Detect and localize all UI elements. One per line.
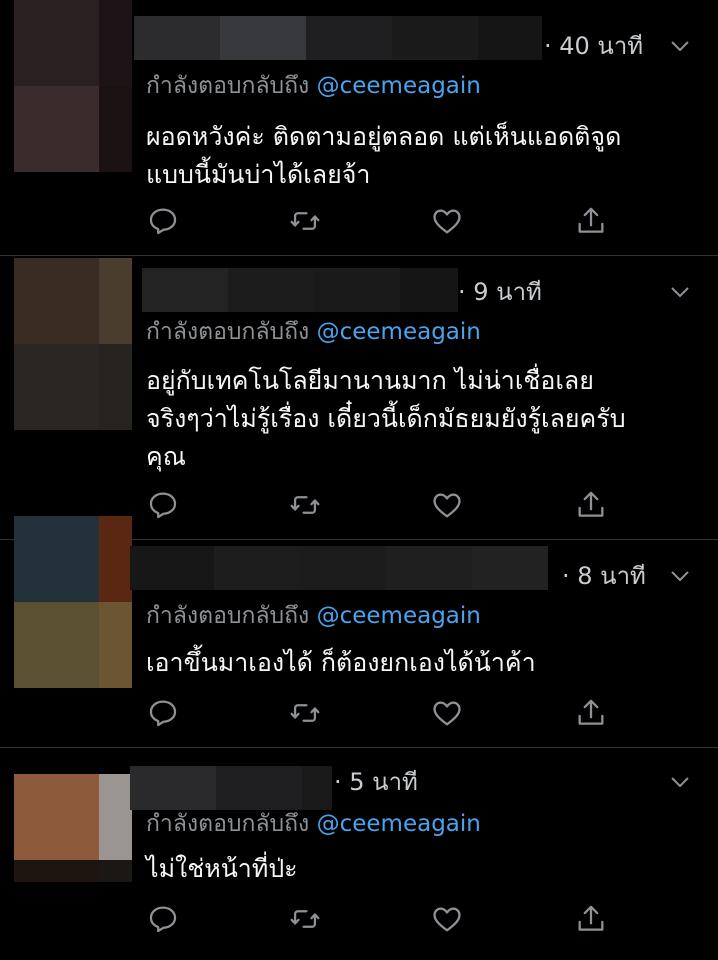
tweet-text-line: อยู่กับเทคโนโลยีมานานมาก ไม่น่าเชื่อเลย bbox=[146, 366, 594, 395]
display-name-redacted[interactable] bbox=[134, 16, 542, 60]
heart-icon[interactable] bbox=[430, 902, 464, 936]
share-icon[interactable] bbox=[574, 696, 608, 730]
tweet-text: เอาขึ้นมาเองได้ ก็ต้องยกเองได้น้าค้า bbox=[146, 644, 698, 682]
tweet-text-line: ไม่ใช่หน้าที่ป่ะ bbox=[146, 854, 298, 883]
tweet-actions bbox=[146, 902, 616, 936]
tweet-actions bbox=[146, 204, 616, 238]
share-icon[interactable] bbox=[574, 488, 608, 522]
display-name-redacted[interactable] bbox=[130, 546, 548, 590]
retweet-icon[interactable] bbox=[288, 902, 322, 936]
reply-handle-link[interactable]: @ceemeagain bbox=[317, 603, 481, 629]
reply-icon[interactable] bbox=[146, 204, 180, 238]
tweet-text-line: เอาขึ้นมาเองได้ ก็ต้องยกเองได้น้าค้า bbox=[146, 648, 536, 677]
reply-icon[interactable] bbox=[146, 488, 180, 522]
retweet-icon[interactable] bbox=[288, 204, 322, 238]
heart-icon[interactable] bbox=[430, 488, 464, 522]
avatar[interactable] bbox=[14, 258, 132, 430]
tweet-actions bbox=[146, 696, 616, 730]
tweet-text-line: แบบนี้มันบ่าได้เลยจ้า bbox=[146, 160, 371, 189]
reply-tweet[interactable]: · 8 นาที กำลังตอบกลับถึง @ceemeagain เอา… bbox=[0, 516, 718, 748]
display-name-redacted[interactable] bbox=[130, 766, 332, 810]
timestamp[interactable]: · 9 นาที bbox=[458, 276, 542, 308]
replying-to: กำลังตอบกลับถึง @ceemeagain bbox=[146, 600, 481, 632]
avatar[interactable] bbox=[14, 0, 132, 172]
chevron-down-icon[interactable] bbox=[668, 280, 692, 304]
timestamp[interactable]: · 8 นาที bbox=[562, 560, 646, 592]
share-icon[interactable] bbox=[574, 204, 608, 238]
avatar[interactable] bbox=[14, 516, 132, 688]
reply-icon[interactable] bbox=[146, 902, 180, 936]
tweet-text-line: ผอดหวังค่ะ ติดตามอยู่ตลอด แต่เห็นแอดติจู… bbox=[146, 122, 622, 151]
retweet-icon[interactable] bbox=[288, 488, 322, 522]
reply-handle-link[interactable]: @ceemeagain bbox=[317, 811, 481, 837]
reply-tweet[interactable]: · 40 นาที กำลังตอบกลับถึง @ceemeagain ผอ… bbox=[0, 0, 718, 256]
replying-to-label: กำลังตอบกลับถึง bbox=[146, 319, 310, 345]
reply-icon[interactable] bbox=[146, 696, 180, 730]
tweet-text: ไม่ใช่หน้าที่ป่ะ bbox=[146, 850, 698, 888]
reply-tweet[interactable]: · 5 นาที กำลังตอบกลับถึง @ceemeagain ไม่… bbox=[0, 748, 718, 960]
tweet-text: อยู่กับเทคโนโลยีมานานมาก ไม่น่าเชื่อเลย … bbox=[146, 362, 698, 476]
display-name-redacted[interactable] bbox=[142, 268, 458, 312]
retweet-icon[interactable] bbox=[288, 696, 322, 730]
chevron-down-icon[interactable] bbox=[668, 34, 692, 58]
tweet-text: ผอดหวังค่ะ ติดตามอยู่ตลอด แต่เห็นแอดติจู… bbox=[146, 118, 698, 194]
heart-icon[interactable] bbox=[430, 696, 464, 730]
reply-feed: · 40 นาที กำลังตอบกลับถึง @ceemeagain ผอ… bbox=[0, 0, 718, 960]
tweet-text-line: คุณ bbox=[146, 442, 186, 471]
tweet-actions bbox=[146, 488, 616, 522]
replying-to: กำลังตอบกลับถึง @ceemeagain bbox=[146, 70, 481, 102]
replying-to-label: กำลังตอบกลับถึง bbox=[146, 73, 310, 99]
chevron-down-icon[interactable] bbox=[668, 770, 692, 794]
share-icon[interactable] bbox=[574, 902, 608, 936]
avatar[interactable] bbox=[14, 774, 132, 882]
replying-to: กำลังตอบกลับถึง @ceemeagain bbox=[146, 808, 481, 840]
timestamp[interactable]: · 40 นาที bbox=[544, 30, 643, 62]
replying-to: กำลังตอบกลับถึง @ceemeagain bbox=[146, 316, 481, 348]
timestamp[interactable]: · 5 นาที bbox=[334, 766, 418, 798]
replying-to-label: กำลังตอบกลับถึง bbox=[146, 603, 310, 629]
reply-handle-link[interactable]: @ceemeagain bbox=[317, 319, 481, 345]
chevron-down-icon[interactable] bbox=[668, 564, 692, 588]
heart-icon[interactable] bbox=[430, 204, 464, 238]
reply-tweet[interactable]: · 9 นาที กำลังตอบกลับถึง @ceemeagain อยู… bbox=[0, 256, 718, 540]
replying-to-label: กำลังตอบกลับถึง bbox=[146, 811, 310, 837]
reply-handle-link[interactable]: @ceemeagain bbox=[317, 73, 481, 99]
tweet-text-line: จริงๆว่าไม่รู้เรื่อง เดี๋ยวนี้เด็กมัธยมย… bbox=[146, 404, 626, 433]
